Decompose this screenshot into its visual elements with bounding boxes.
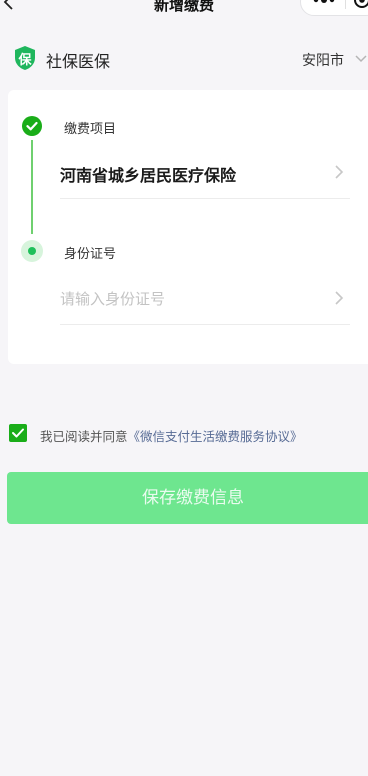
target-icon[interactable] [353,0,368,9]
city-selector[interactable]: 安阳市 [302,50,344,70]
save-button[interactable]: 保存缴费信息 [7,472,368,524]
step-dot [28,247,36,255]
step-connector [31,140,33,234]
logo-char: 保 [18,53,32,68]
id-number-row[interactable] [60,280,350,325]
chevron-down-icon[interactable] [354,54,368,64]
more-dots-icon[interactable] [313,0,335,3]
payment-item-value: 河南省城乡居民医疗保险 [60,166,237,185]
dot-icon [21,240,43,262]
payment-item-label: 缴费项目 [64,122,117,137]
chevron-right-icon [335,291,344,305]
payment-item-selector[interactable]: 河南省城乡居民医疗保险 [60,154,350,199]
app-name: 社保医保 [46,52,111,71]
chevron-right-icon [335,165,344,179]
agreement-prefix: 我已阅读并同意 [40,429,128,444]
agreement-text: 我已阅读并同意《微信支付生活缴费服务协议》 [40,426,303,445]
id-number-label: 身份证号 [64,247,117,262]
shield-logo-icon: 保 [13,45,37,71]
checkbox-checked-icon[interactable] [9,424,27,442]
miniprogram-capsule [300,0,368,16]
capsule-divider [345,0,346,9]
agreement-link[interactable]: 《微信支付生活缴费服务协议》 [128,429,303,444]
check-circle-icon [22,116,42,136]
id-number-input[interactable] [60,284,320,314]
